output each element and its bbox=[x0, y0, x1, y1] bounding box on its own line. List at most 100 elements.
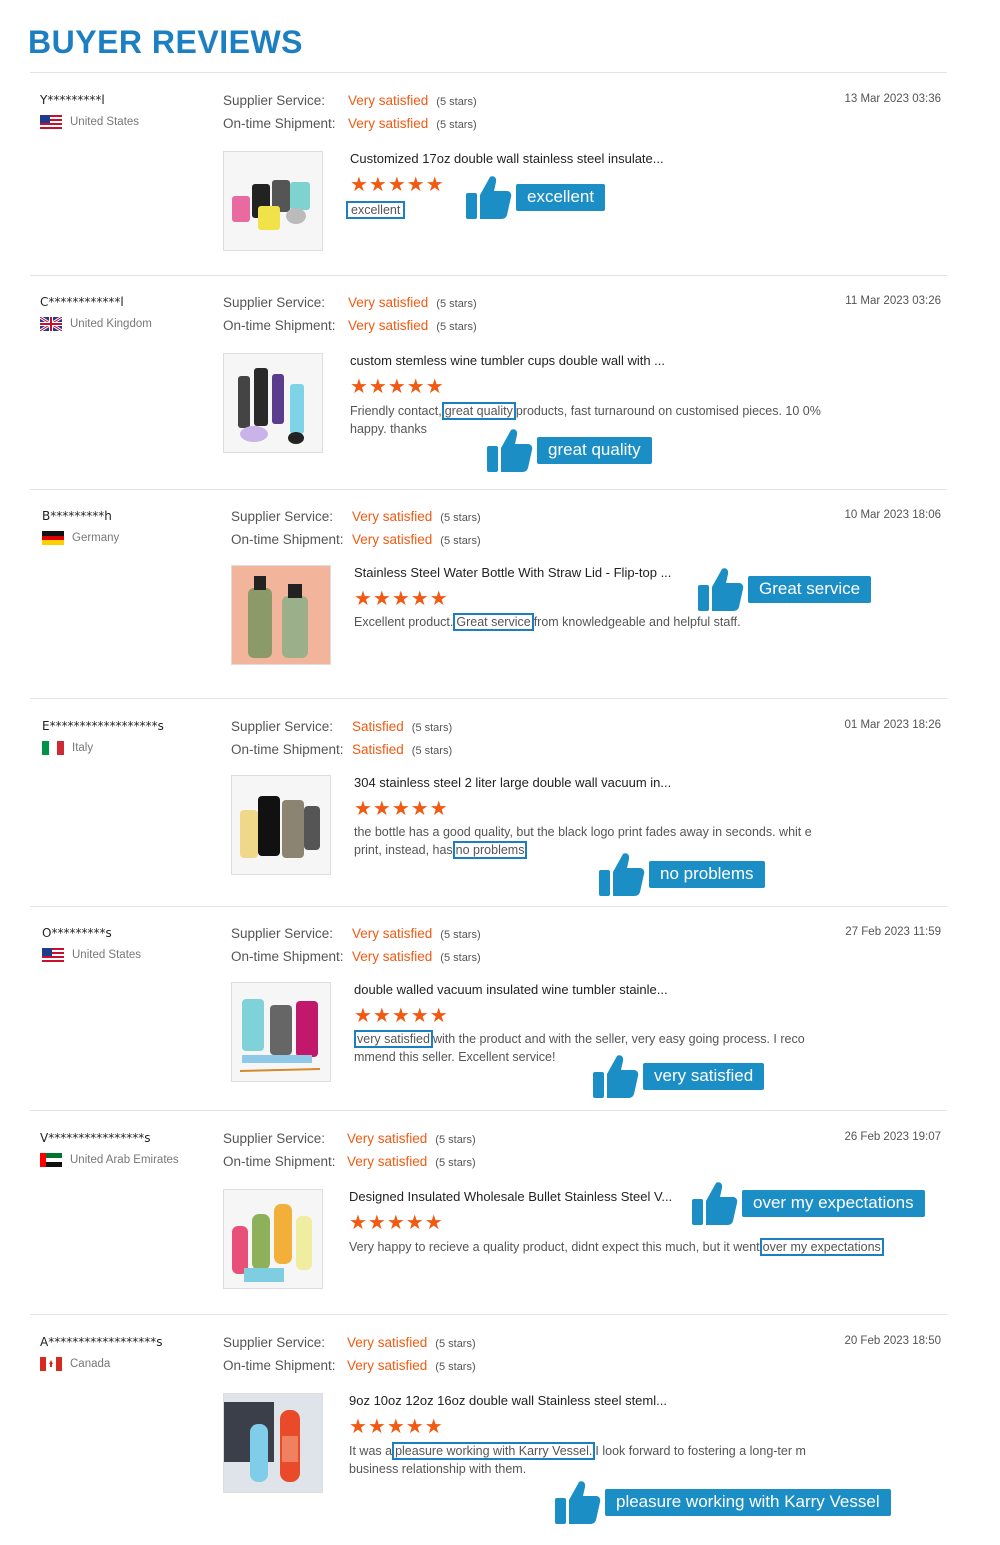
review-tag: very satisfied bbox=[591, 1052, 765, 1100]
shipment-label: On-time Shipment: bbox=[231, 532, 344, 547]
highlighted-phrase: excellent bbox=[346, 201, 406, 219]
divider bbox=[30, 906, 947, 907]
country-label: Italy bbox=[72, 742, 94, 754]
product-title[interactable]: custom stemless wine tumbler cups double… bbox=[350, 353, 665, 368]
country-label: United Arab Emirates bbox=[70, 1154, 179, 1166]
flag-us-icon bbox=[42, 948, 64, 962]
review-text: Excellent product. Great service from know… bbox=[354, 613, 741, 631]
product-title[interactable]: 304 stainless steel 2 liter large double… bbox=[354, 775, 671, 790]
rating-stars: ★★★★★ bbox=[350, 174, 445, 196]
supplier-service-value: Satisfied (5 stars) bbox=[352, 719, 453, 734]
review-date: 26 Feb 2023 19:07 bbox=[844, 1131, 941, 1143]
tag-label: excellent bbox=[516, 183, 606, 211]
shipment-value: Very satisfied (5 stars) bbox=[347, 1154, 476, 1169]
review-card: E******************s Italy Supplier Serv… bbox=[30, 719, 947, 899]
tag-label: over my expectations bbox=[742, 1189, 925, 1217]
divider bbox=[30, 1110, 947, 1111]
tag-label: Great service bbox=[748, 575, 872, 603]
supplier-service-value: Very satisfied (5 stars) bbox=[347, 1131, 476, 1146]
divider bbox=[30, 275, 947, 276]
tag-label: no problems bbox=[649, 860, 765, 888]
supplier-service-value: Very satisfied (5 stars) bbox=[352, 926, 481, 941]
thumbs-up-icon bbox=[690, 1179, 738, 1227]
flag-us-icon bbox=[40, 115, 62, 129]
page-title: BUYER REVIEWS bbox=[28, 24, 303, 60]
supplier-service-value: Very satisfied (5 stars) bbox=[348, 93, 477, 108]
product-title[interactable]: double walled vacuum insulated wine tumb… bbox=[354, 982, 668, 997]
rating-stars: ★★★★★ bbox=[354, 588, 449, 610]
thumbs-up-icon bbox=[591, 1052, 639, 1100]
rating-stars: ★★★★★ bbox=[349, 1416, 444, 1438]
product-image[interactable] bbox=[223, 1189, 323, 1289]
divider bbox=[30, 72, 947, 73]
shipment-label: On-time Shipment: bbox=[223, 1154, 336, 1169]
buyer-name: B*********h bbox=[42, 509, 112, 523]
country-label: Canada bbox=[70, 1358, 111, 1370]
supplier-service-label: Supplier Service: bbox=[223, 295, 326, 310]
thumbs-up-icon bbox=[553, 1478, 601, 1526]
buyer-country: Italy bbox=[42, 741, 93, 755]
shipment-label: On-time Shipment: bbox=[223, 116, 336, 131]
review-card: C************l United Kingdom Supplier S… bbox=[30, 295, 947, 480]
supplier-service-label: Supplier Service: bbox=[231, 509, 334, 524]
tag-label: very satisfied bbox=[643, 1062, 765, 1090]
review-text: It was a pleasure working with Karry Vess… bbox=[349, 1442, 806, 1476]
supplier-service-label: Supplier Service: bbox=[223, 1335, 326, 1350]
review-card: B*********h Germany Supplier Service: On… bbox=[30, 509, 947, 689]
shipment-label: On-time Shipment: bbox=[231, 742, 344, 757]
shipment-value: Very satisfied (5 stars) bbox=[352, 532, 481, 547]
thumbs-up-icon bbox=[597, 850, 645, 898]
buyer-name: O*********s bbox=[42, 926, 112, 940]
product-title[interactable]: Customized 17oz double wall stainless st… bbox=[350, 151, 664, 166]
supplier-service-value: Very satisfied (5 stars) bbox=[348, 295, 477, 310]
buyer-name: E******************s bbox=[42, 719, 164, 733]
product-image[interactable] bbox=[231, 565, 331, 665]
flag-ca-icon bbox=[40, 1357, 62, 1371]
review-text: Very happy to recieve a quality product,… bbox=[349, 1238, 939, 1257]
review-date: 13 Mar 2023 03:36 bbox=[844, 93, 941, 105]
product-title[interactable]: 9oz 10oz 12oz 16oz double wall Stainless… bbox=[349, 1393, 667, 1408]
product-title[interactable]: Stainless Steel Water Bottle With Straw … bbox=[354, 565, 671, 580]
review-card: A******************s Canada Supplier Ser… bbox=[30, 1335, 947, 1535]
buyer-name: Y*********l bbox=[40, 93, 105, 107]
flag-uk-icon bbox=[40, 317, 62, 331]
highlighted-phrase: pleasure working with Karry Vessel. bbox=[392, 1442, 596, 1460]
product-image[interactable] bbox=[223, 353, 323, 453]
review-tag: pleasure working with Karry Vessel bbox=[553, 1478, 891, 1526]
product-image[interactable] bbox=[223, 1393, 323, 1493]
review-card: O*********s United States Supplier Servi… bbox=[30, 926, 947, 1106]
buyer-name: C************l bbox=[40, 295, 124, 309]
buyer-country: United States bbox=[40, 115, 139, 129]
shipment-value: Very satisfied (5 stars) bbox=[348, 318, 477, 333]
product-image[interactable] bbox=[231, 982, 331, 1082]
tag-label: pleasure working with Karry Vessel bbox=[605, 1488, 891, 1516]
product-image[interactable] bbox=[231, 775, 331, 875]
buyer-country: United Kingdom bbox=[40, 317, 152, 331]
rating-stars: ★★★★★ bbox=[354, 798, 449, 820]
product-title[interactable]: Designed Insulated Wholesale Bullet Stai… bbox=[349, 1189, 672, 1204]
thumbs-up-icon bbox=[485, 426, 533, 474]
review-tag: Great service bbox=[696, 565, 872, 613]
supplier-service-label: Supplier Service: bbox=[223, 93, 326, 108]
review-tag: over my expectations bbox=[690, 1179, 925, 1227]
flag-de-icon bbox=[42, 531, 64, 545]
buyer-name: A******************s bbox=[40, 1335, 163, 1349]
rating-stars: ★★★★★ bbox=[349, 1212, 444, 1234]
highlighted-phrase: over my expectations bbox=[759, 1238, 884, 1256]
review-card: Y*********l United States Supplier Servi… bbox=[30, 93, 947, 263]
country-label: United States bbox=[70, 116, 140, 128]
highlighted-phrase: no problems bbox=[452, 840, 528, 859]
buyer-country: United Arab Emirates bbox=[40, 1153, 179, 1167]
review-card: V****************s United Arab Emirates … bbox=[30, 1131, 947, 1306]
highlighted-phrase: great quality bbox=[441, 402, 516, 420]
flag-ae-icon bbox=[40, 1153, 62, 1167]
review-date: 20 Feb 2023 18:50 bbox=[844, 1335, 941, 1347]
shipment-label: On-time Shipment: bbox=[223, 1358, 336, 1373]
review-date: 11 Mar 2023 03:26 bbox=[845, 295, 941, 307]
review-tag: great quality bbox=[485, 426, 652, 474]
thumbs-up-icon bbox=[696, 565, 744, 613]
product-image[interactable] bbox=[223, 151, 323, 251]
highlighted-phrase: Great service bbox=[453, 613, 534, 631]
country-label: Germany bbox=[72, 532, 120, 544]
rating-stars: ★★★★★ bbox=[354, 1005, 449, 1027]
